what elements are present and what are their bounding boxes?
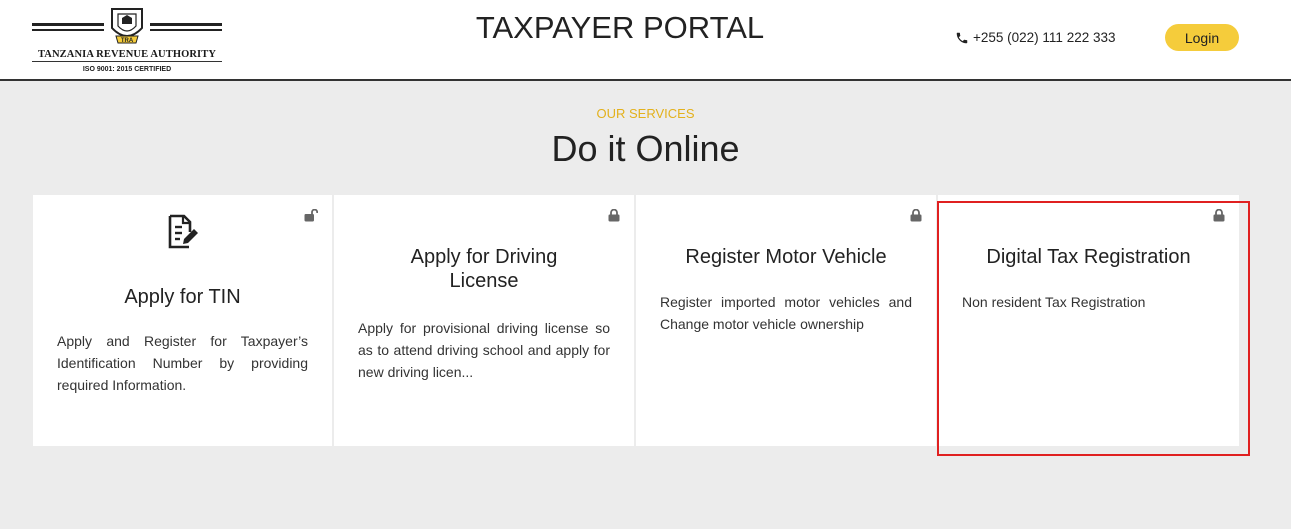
section-subtitle: OUR SERVICES — [596, 106, 695, 121]
service-card-digital-tax-registration[interactable]: Digital Tax Registration Non resident Ta… — [938, 195, 1239, 446]
header: TRA TANZANIA REVENUE AUTHORITY ISO 9001:… — [0, 0, 1291, 81]
portal-title: TAXPAYER PORTAL — [475, 10, 765, 45]
tra-emblem-icon: TRA — [32, 8, 222, 44]
card-title: Register Motor Vehicle — [685, 246, 887, 268]
card-title: Digital Tax Registration — [986, 246, 1191, 268]
login-button[interactable]: Login — [1165, 24, 1239, 51]
unlocked-padlock-icon — [304, 209, 318, 222]
phone-icon — [956, 32, 968, 43]
card-description: Register imported motor vehicles and Cha… — [660, 294, 912, 332]
padlock-icon — [608, 209, 620, 222]
logo-org-name: TANZANIA REVENUE AUTHORITY — [32, 49, 222, 62]
card-description: Apply for provisional driving license so… — [358, 320, 610, 380]
service-card-register-motor-vehicle[interactable]: Register Motor Vehicle Register imported… — [636, 195, 936, 446]
service-card-driving-license[interactable]: Apply for Driving License Apply for prov… — [334, 195, 634, 446]
padlock-icon — [910, 209, 922, 222]
card-title: Apply for TIN — [124, 286, 241, 308]
phone-number: +255 (022) 111 222 333 — [973, 30, 1116, 45]
document-edit-icon — [168, 214, 198, 249]
card-description: Non resident Tax Registration — [962, 294, 1146, 310]
logo-badge-text: TRA — [121, 38, 134, 44]
card-description: Apply and Register for Taxpayer’s Identi… — [57, 333, 308, 393]
contact-phone: +255 (022) 111 222 333 — [955, 30, 1116, 45]
tra-logo[interactable]: TRA TANZANIA REVENUE AUTHORITY ISO 9001:… — [32, 6, 222, 74]
logo-cert-text: ISO 9001: 2015 CERTIFIED — [82, 66, 172, 73]
padlock-icon — [1213, 209, 1225, 222]
section-title: Do it Online — [551, 128, 740, 169]
service-card-apply-tin[interactable]: Apply for TIN Apply and Register for Tax… — [33, 195, 332, 446]
card-title: Apply for Driving License — [410, 246, 558, 292]
